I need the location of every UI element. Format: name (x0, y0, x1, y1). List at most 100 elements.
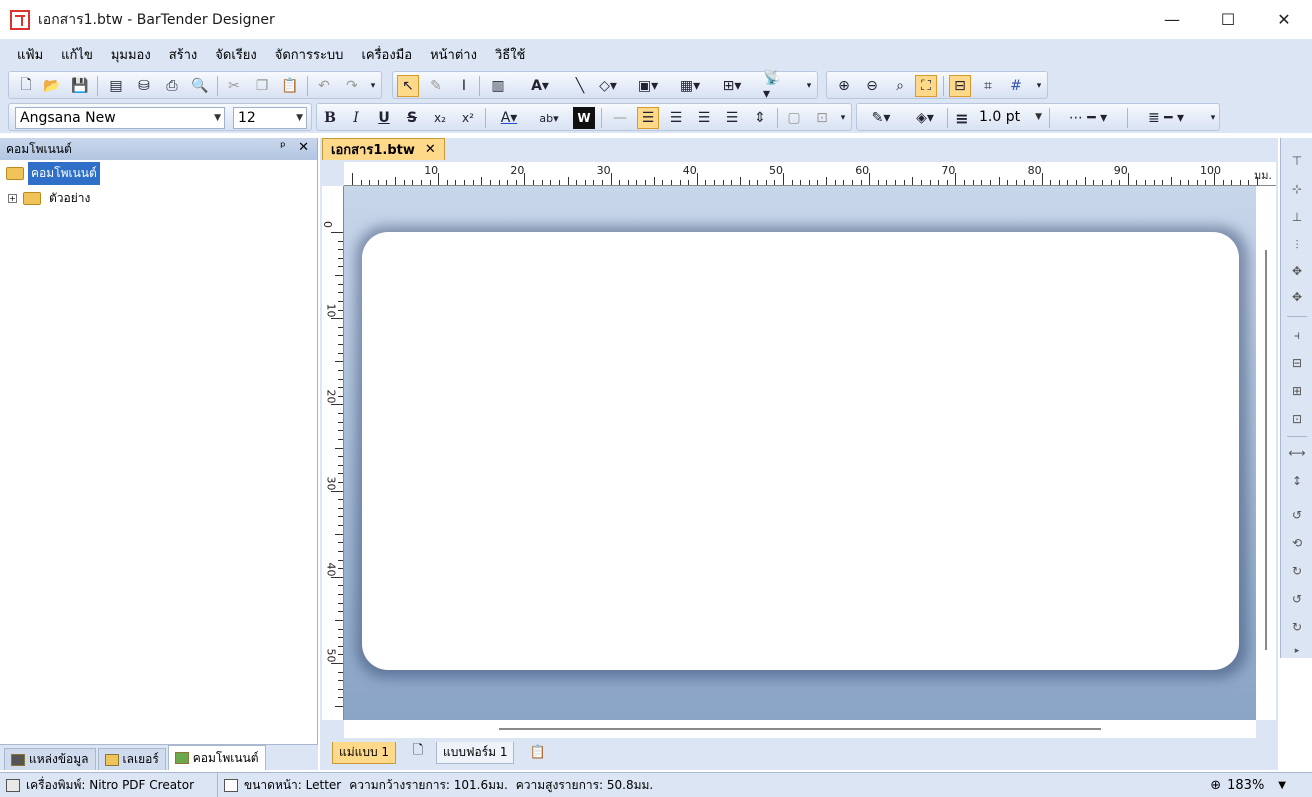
tab-form-1[interactable]: แบบฟอร์ม 1 (436, 742, 515, 764)
word-icon[interactable]: W (573, 107, 595, 129)
tree-item-example[interactable]: + ตัวอย่าง (8, 189, 90, 208)
line-color-icon[interactable]: ✎▾ (863, 107, 899, 129)
close-window-button[interactable]: ✕ (1256, 0, 1312, 39)
tab-components[interactable]: คอมโพเนนต์ (167, 745, 266, 770)
fill-color-icon[interactable]: ◈▾ (907, 107, 943, 129)
gridlines-icon[interactable]: # (1005, 75, 1027, 97)
align-right-icon[interactable]: ☰ (693, 107, 715, 129)
distribute-vertical-icon[interactable]: ⫶ (1285, 234, 1309, 256)
close-icon[interactable]: ✕ (298, 140, 309, 155)
menu-help[interactable]: วิธีใช้ (486, 44, 534, 65)
line-icon[interactable]: — (609, 107, 631, 129)
dash-style-icon[interactable]: ⋯ ━ ▾ (1053, 107, 1123, 129)
italic-icon[interactable]: I (345, 107, 367, 129)
status-printer[interactable]: เครื่องพิมพ์: Nitro PDF Creator (0, 772, 218, 797)
tab-template-1[interactable]: แม่แบบ 1 (332, 742, 397, 764)
redo-icon[interactable]: ↷ (341, 75, 363, 97)
open-icon[interactable]: 📂 (41, 75, 63, 97)
align-middle-icon[interactable]: ⊹ (1285, 178, 1309, 200)
status-zoom[interactable]: ⊕ 183% ▼ (1210, 773, 1286, 797)
maximize-button[interactable]: ☐ (1200, 0, 1256, 39)
toolbar-options-icon[interactable]: ▸ (1285, 640, 1309, 662)
bold-icon[interactable]: B (319, 107, 341, 129)
highlight-icon[interactable]: ab▾ (531, 107, 567, 129)
menu-tools[interactable]: เครื่องมือ (352, 44, 421, 65)
align-center-icon[interactable]: ☰ (665, 107, 687, 129)
chevron-down-icon[interactable]: ▼ (296, 108, 303, 128)
rotate-90-left-icon[interactable]: ↺ (1285, 504, 1309, 526)
cut-icon[interactable]: ✂ (223, 75, 245, 97)
shape-icon[interactable]: ◇▾ (597, 75, 619, 97)
pin-icon[interactable]: ᵖ (280, 140, 286, 155)
barcode-icon[interactable]: ▥ (487, 75, 509, 97)
distribute-center-icon[interactable]: ✥ (1285, 260, 1309, 282)
picture-icon[interactable]: ▣▾ (637, 75, 659, 97)
table-icon[interactable]: ▦▾ (679, 75, 701, 97)
menu-create[interactable]: สร้าง (160, 44, 207, 65)
toolbar-options-icon[interactable]: ▾ (1207, 107, 1219, 129)
design-canvas[interactable] (344, 186, 1256, 720)
menu-view[interactable]: มุมมอง (102, 44, 160, 65)
ruler-icon[interactable]: ⊟ (949, 75, 971, 97)
expand-icon[interactable]: + (8, 194, 17, 203)
same-height-icon[interactable]: ↕ (1285, 470, 1309, 492)
vertical-scroll-thumb[interactable] (1265, 250, 1267, 650)
align-left-edge-icon[interactable]: ⫞ (1285, 324, 1309, 346)
rotate-90-right-icon[interactable]: ↻ (1285, 560, 1309, 582)
grid-icon[interactable]: ⊞▾ (721, 75, 743, 97)
print-icon[interactable]: ⎙ (161, 75, 183, 97)
database-icon[interactable]: ⛁ (133, 75, 155, 97)
font-color-icon[interactable]: A▾ (491, 107, 527, 129)
rfid-icon[interactable]: 📡▾ (763, 70, 785, 102)
chevron-down-icon[interactable]: ▼ (214, 108, 221, 128)
zoom-out-icon[interactable]: ⊖ (861, 75, 883, 97)
line-icon[interactable]: ╲ (569, 75, 591, 97)
toolbar-options-icon[interactable]: ▾ (1033, 75, 1045, 97)
menu-arrange[interactable]: จัดเรียง (206, 44, 265, 65)
add-form-icon[interactable]: 📋 (528, 742, 548, 762)
line-weight-icon[interactable]: ≡ (951, 107, 973, 129)
new-icon[interactable]: 🗋 (15, 75, 37, 97)
center-vertical-icon[interactable]: ⊞ (1285, 380, 1309, 402)
zoom-in-icon[interactable]: ⊕ (833, 75, 855, 97)
undo-icon[interactable]: ↶ (313, 75, 335, 97)
menu-administer[interactable]: จัดการระบบ (266, 44, 353, 65)
same-width-icon[interactable]: ⟷ (1285, 442, 1309, 464)
snap-icon[interactable]: ⌗ (977, 75, 999, 97)
document-tab[interactable]: เอกสาร1.btw ✕ (322, 138, 445, 160)
print-preview-icon[interactable]: 🔍 (189, 75, 211, 97)
menu-file[interactable]: แฟ้ม (8, 44, 52, 65)
text-cursor-icon[interactable]: I (453, 75, 475, 97)
vertical-scrollbar[interactable] (1256, 186, 1276, 720)
rotate-180-icon[interactable]: ⟲ (1285, 532, 1309, 554)
horizontal-scrollbar[interactable] (344, 720, 1256, 738)
tree-root-item[interactable]: คอมโพเนนต์ (6, 162, 100, 185)
toolbar-options-icon[interactable]: ▾ (837, 107, 849, 129)
toolbar-options-icon[interactable]: ▾ (367, 75, 379, 97)
page-setup-icon[interactable]: ▤ (105, 75, 127, 97)
add-template-icon[interactable]: 🗋 (408, 742, 428, 762)
rotate-icon[interactable]: ▢ (783, 107, 805, 129)
toolbar-options-icon[interactable]: ▾ (803, 75, 815, 97)
zoom-area-icon[interactable]: ⌕ (889, 75, 911, 97)
chevron-down-icon[interactable]: ▼ (1278, 780, 1286, 791)
distribute-spacing-icon[interactable]: ✥ (1285, 286, 1309, 308)
tab-layers[interactable]: เลเยอร์ (97, 748, 166, 770)
merge-icon[interactable]: ⊡ (811, 107, 833, 129)
tab-data-sources[interactable]: แหล่งข้อมูล (4, 748, 96, 770)
pointer-icon[interactable]: ↖ (397, 75, 419, 97)
rotate-1-left-icon[interactable]: ↺ (1285, 588, 1309, 610)
align-bottom-icon[interactable]: ⊥ (1285, 206, 1309, 228)
font-name-combo[interactable]: Angsana New ▼ (15, 107, 225, 129)
align-left-icon[interactable]: ☰ (637, 107, 659, 129)
superscript-icon[interactable]: x² (457, 107, 479, 129)
subscript-icon[interactable]: x₂ (429, 107, 451, 129)
rotate-1-right-icon[interactable]: ↻ (1285, 616, 1309, 638)
line-width-combo[interactable]: 1.0 pt ▼ (975, 107, 1045, 129)
chevron-down-icon[interactable]: ▼ (1035, 107, 1042, 127)
text-icon[interactable]: A▾ (529, 75, 551, 97)
center-horizontal-icon[interactable]: ⊟ (1285, 352, 1309, 374)
border-style-icon[interactable]: ≣ ━ ▾ (1131, 107, 1201, 129)
label-template[interactable] (362, 232, 1239, 670)
fit-icon[interactable]: ⇕ (749, 107, 771, 129)
